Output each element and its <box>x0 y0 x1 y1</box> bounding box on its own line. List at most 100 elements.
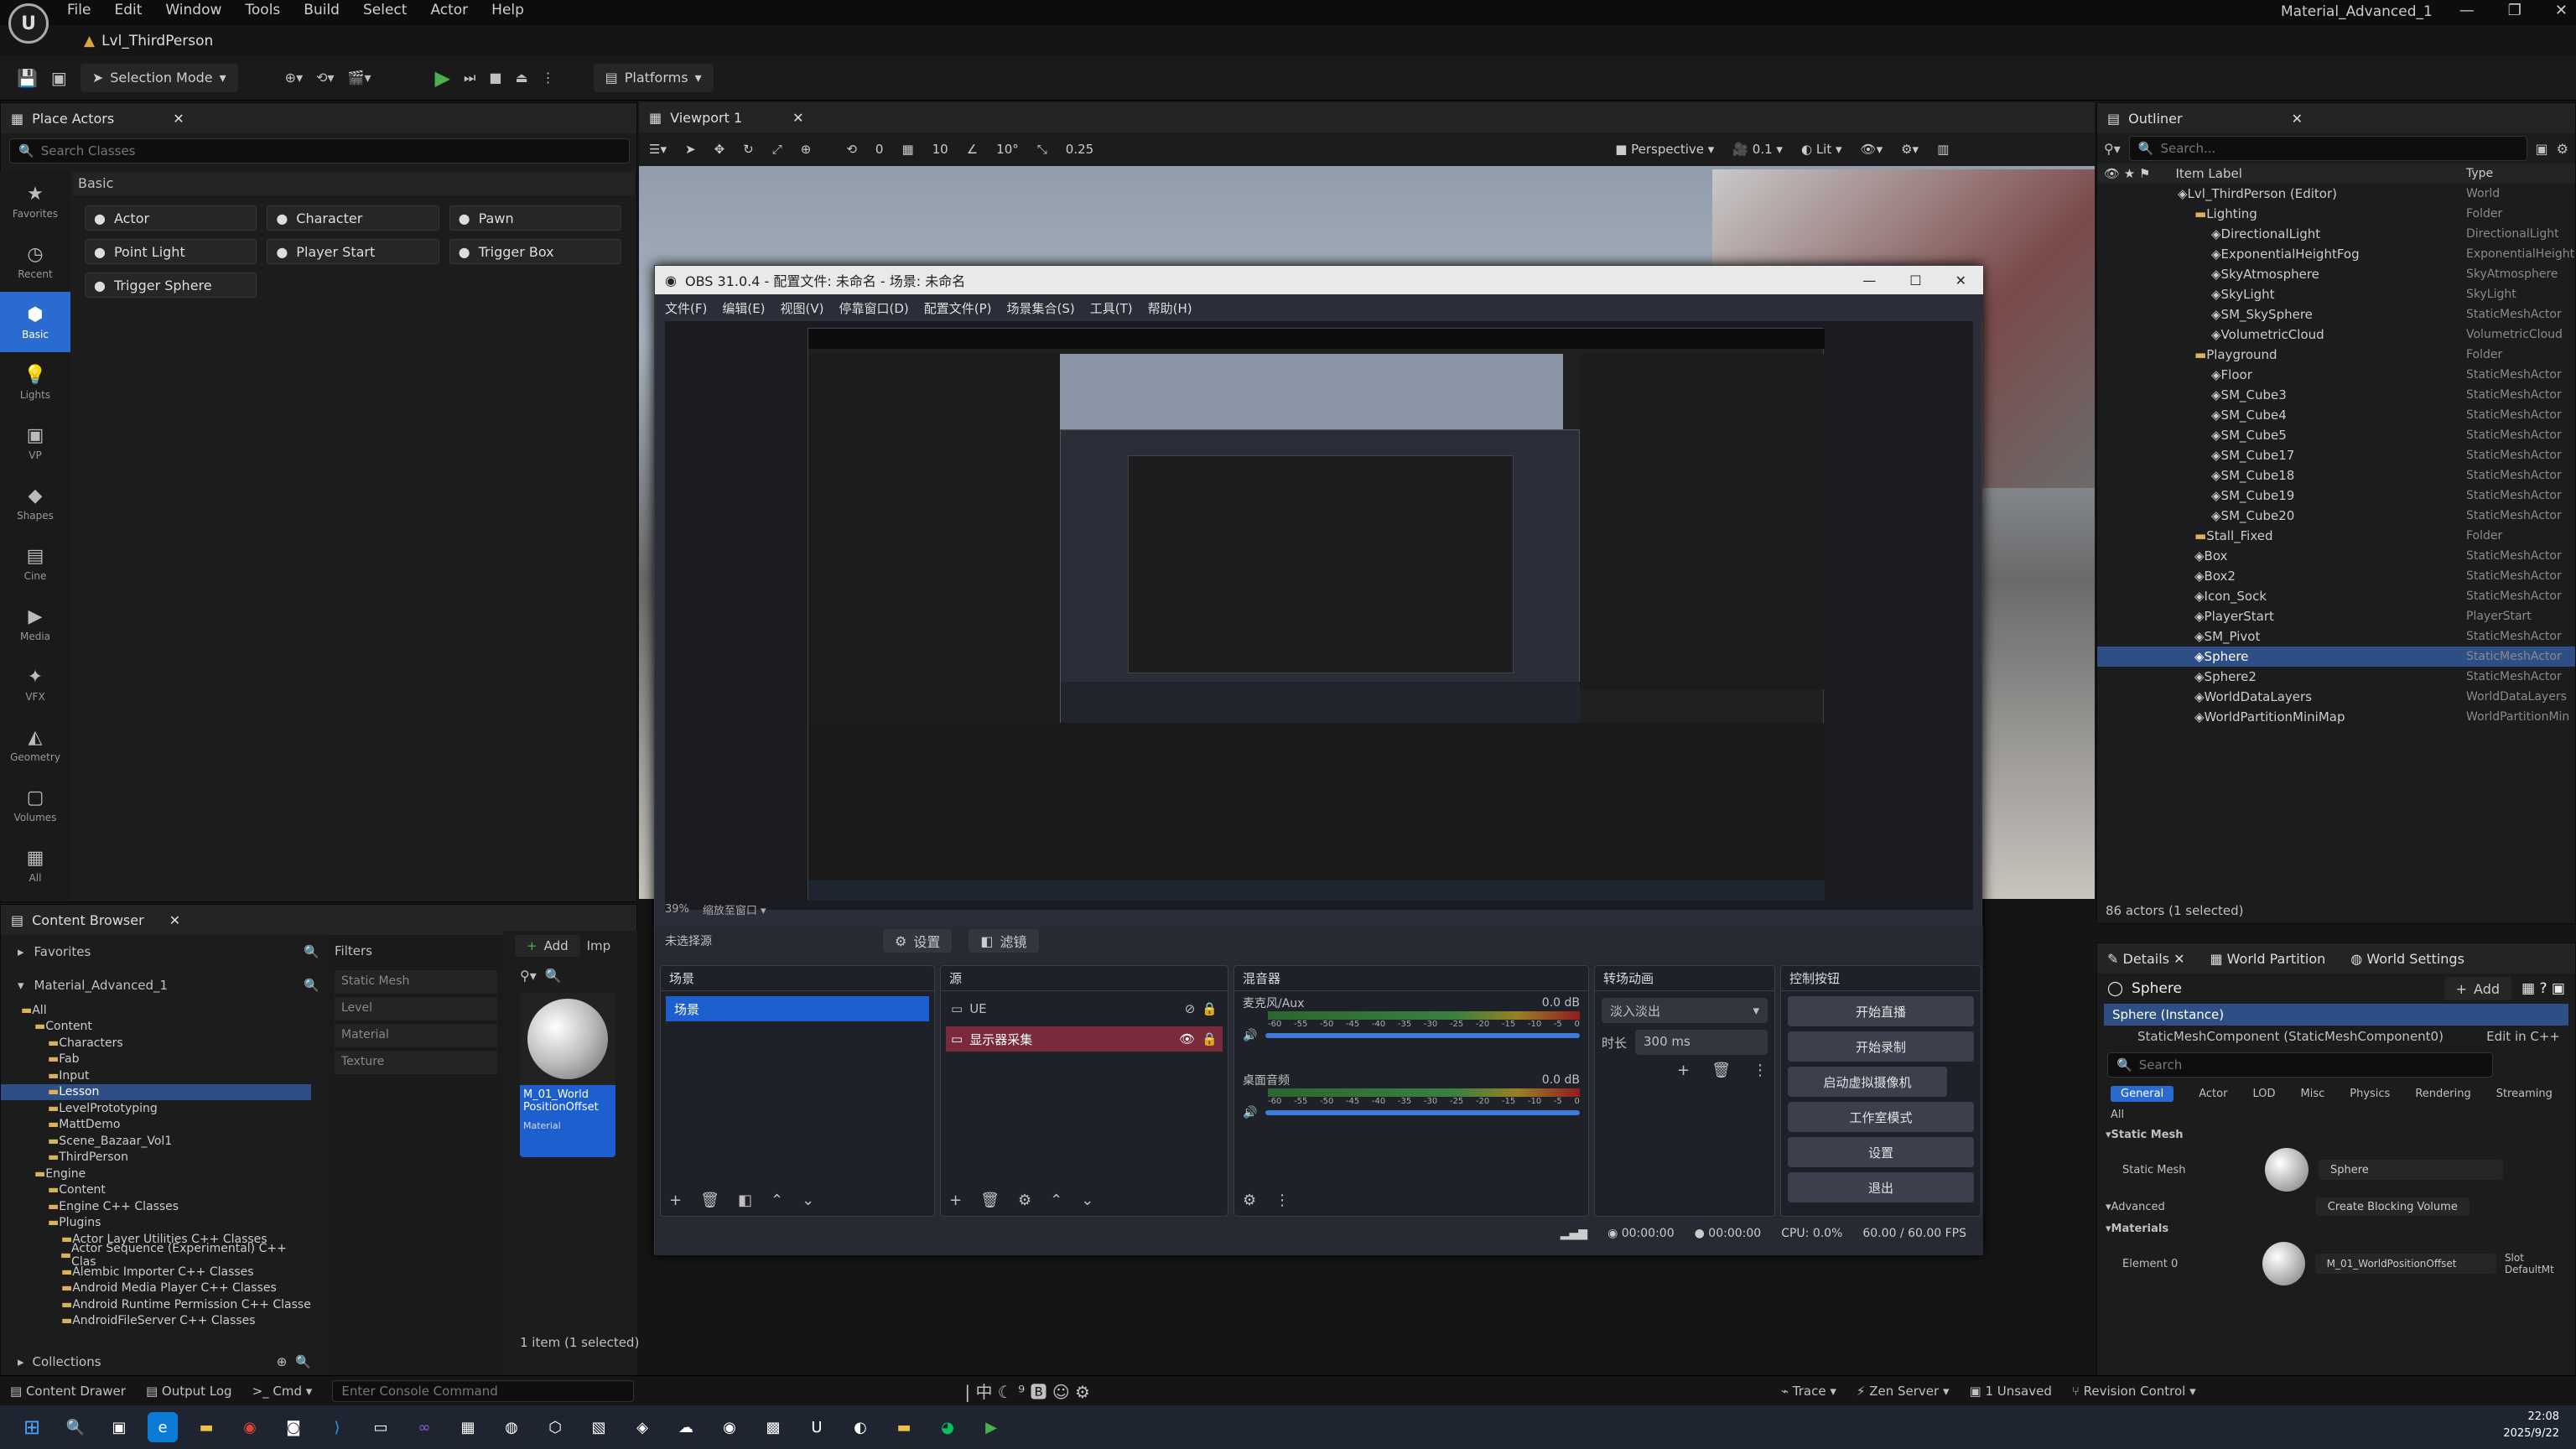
search-icon[interactable]: 🔍 <box>304 944 319 959</box>
folder-row[interactable]: ▬ Actor Sequence (Experimental) C++ Clas <box>1 1242 311 1269</box>
control-button[interactable]: 开始直播 <box>1788 996 1974 1026</box>
outliner-row[interactable]: ◈ Lvl_ThirdPerson (Editor) World <box>2097 184 2575 204</box>
save-icon[interactable]: 💾 <box>17 68 38 88</box>
unreal-icon[interactable]: U <box>802 1412 832 1442</box>
cinematics-icon[interactable]: 🎬▾ <box>348 70 371 86</box>
folder-row[interactable]: ▬ Engine <box>1 1166 311 1182</box>
outliner-row[interactable]: ◈ SM_Cube4 StaticMeshActor <box>2097 405 2575 425</box>
outliner-row[interactable]: ▬ Lighting Folder <box>2097 204 2575 224</box>
minimize-icon[interactable]: — <box>1862 273 1876 288</box>
category-cine[interactable]: ▤ Cine <box>0 533 70 594</box>
category-basic[interactable]: ⬢ Basic <box>0 292 70 352</box>
add-icon[interactable]: + <box>669 1192 682 1209</box>
search-icon[interactable]: 🔍 <box>60 1412 91 1442</box>
static-mesh-select[interactable]: Sphere <box>2319 1160 2503 1180</box>
more-icon[interactable]: ⋮ <box>1753 1062 1768 1079</box>
outliner-tab[interactable]: ▤ Outliner ✕ <box>2097 103 2575 133</box>
advanced-audio-icon[interactable]: ⚙ <box>1243 1192 1256 1209</box>
more-icon[interactable]: ⋮ <box>542 70 555 86</box>
terminal-icon[interactable]: ▭ <box>366 1412 396 1442</box>
camera-speed[interactable]: 🎥 0.1 ▾ <box>1732 142 1783 157</box>
folder-row[interactable]: ▬ Content <box>1 1019 311 1036</box>
place-actors-tab[interactable]: ▦ Place Actors ✕ <box>1 103 636 133</box>
cmd-dropdown[interactable]: >_ Cmd ▾ <box>252 1384 313 1399</box>
filter-item[interactable]: Level <box>335 997 497 1021</box>
outliner-row[interactable]: ◈ SM_Pivot StaticMeshActor <box>2097 626 2575 647</box>
tab-world-partition[interactable]: ▦ World Partition <box>2210 951 2325 967</box>
tab-details[interactable]: ✎ Details ✕ <box>2107 951 2184 967</box>
add-icon[interactable]: + <box>949 1192 962 1209</box>
transition-select[interactable]: 淡入淡出 ▾ <box>1602 998 1768 1023</box>
asset-tile[interactable]: M_01_World PositionOffset Material <box>520 993 615 1157</box>
minimize-icon[interactable]: — <box>2459 2 2475 19</box>
control-button[interactable]: 开始录制 <box>1788 1031 1974 1062</box>
blueprint-icon[interactable]: ⟲▾ <box>316 70 334 86</box>
folder-row[interactable]: ▬ Input <box>1 1067 311 1084</box>
browse-icon[interactable]: ▣ <box>51 68 67 88</box>
scene-item[interactable]: 场景 <box>666 996 929 1021</box>
outliner-row[interactable]: ◈ WorldPartitionMiniMap WorldPartitionMin <box>2097 707 2575 727</box>
app-icon[interactable]: ▧ <box>584 1412 614 1442</box>
app-icon[interactable]: ⬡ <box>540 1412 570 1442</box>
close-icon[interactable]: ✕ <box>792 110 803 126</box>
up-icon[interactable]: ⌃ <box>1050 1192 1062 1209</box>
obs-menu-item[interactable]: 场景集合(S) <box>1007 299 1075 317</box>
obs-window[interactable]: ◉ OBS 31.0.4 - 配置文件: 未命名 - 场景: 未命名 — ☐ ✕ 文件(… <box>654 265 1983 1255</box>
actor-item[interactable]: ● Point Light <box>85 239 257 264</box>
add-icon[interactable]: + <box>1677 1062 1690 1079</box>
filter-icon[interactable]: ◧ <box>738 1192 752 1209</box>
control-button[interactable]: 工作室模式 <box>1788 1102 1974 1132</box>
down-icon[interactable]: ⌄ <box>1081 1192 1093 1209</box>
scale-snap-icon[interactable]: ⤡ <box>1037 142 1047 157</box>
outliner-row[interactable]: ◈ ExponentialHeightFog ExponentialHeight <box>2097 244 2575 264</box>
close-icon[interactable]: ✕ <box>2555 2 2568 19</box>
close-icon[interactable]: ✕ <box>1955 273 1966 288</box>
category-shapes[interactable]: ◆ Shapes <box>0 473 70 533</box>
filter-item[interactable]: Static Mesh <box>335 970 497 994</box>
obs-menu-item[interactable]: 编辑(E) <box>722 299 765 317</box>
perspective-dropdown[interactable]: ■ Perspective ▾ <box>1615 142 1714 157</box>
category-recent[interactable]: ◷ Recent <box>0 231 70 292</box>
volume-slider[interactable] <box>1265 1033 1580 1038</box>
obs-preview[interactable] <box>665 321 1973 910</box>
folder-row[interactable]: ▬ Characters <box>1 1035 311 1052</box>
outliner-search[interactable]: 🔍 Search... <box>2128 136 2527 161</box>
instance-row[interactable]: Sphere (Instance) <box>2104 1004 2568 1026</box>
outliner-row[interactable]: ◈ SM_SkySphere StaticMeshActor <box>2097 304 2575 325</box>
obs-menu-item[interactable]: 文件(F) <box>665 299 707 317</box>
vscode-icon[interactable]: ⟩ <box>322 1412 352 1442</box>
outliner-row[interactable]: ◈ Sphere2 StaticMeshActor <box>2097 667 2575 687</box>
app-icon[interactable]: ◙ <box>278 1412 309 1442</box>
eye-icon[interactable]: 👁 <box>1179 1031 1195 1046</box>
category-media[interactable]: ▶ Media <box>0 594 70 654</box>
angle-snap-icon[interactable]: ∠ <box>967 142 978 157</box>
move-icon[interactable]: ✥ <box>714 142 725 157</box>
app-icon[interactable]: ◈ <box>627 1412 657 1442</box>
category-geometry[interactable]: ◭ Geometry <box>0 714 70 775</box>
volume-slider[interactable] <box>1265 1110 1580 1115</box>
filter-item[interactable]: Material <box>335 1024 497 1047</box>
outliner-row[interactable]: ▬ Playground Folder <box>2097 345 2575 365</box>
menu-item-edit[interactable]: Edit <box>114 2 142 18</box>
platforms-dropdown[interactable]: ▤ Platforms ▾ <box>593 63 714 92</box>
gear-icon[interactable]: ⚙ <box>1018 1192 1031 1209</box>
filter-item[interactable]: Texture <box>335 1051 497 1074</box>
component-row[interactable]: StaticMeshComponent (StaticMeshComponent… <box>2104 1026 2568 1047</box>
menu-item-actor[interactable]: Actor <box>430 2 468 18</box>
obs-menu-item[interactable]: 工具(T) <box>1090 299 1133 317</box>
properties-button[interactable]: ⚙ 设置 <box>883 929 953 953</box>
outliner-row[interactable]: ◈ SM_Cube18 StaticMeshActor <box>2097 465 2575 486</box>
folder-row[interactable]: ▬ Android Media Player C++ Classes <box>1 1280 311 1297</box>
windows-start-icon[interactable]: ⊞ <box>17 1412 47 1442</box>
outliner-row[interactable]: ◈ Sphere StaticMeshActor <box>2097 647 2575 667</box>
search-icon[interactable]: 🔍 <box>545 968 562 984</box>
hidden-eye-icon[interactable]: ⊘ <box>1185 1001 1196 1016</box>
filter-general[interactable]: General <box>2111 1086 2174 1102</box>
obs-menu-item[interactable]: 帮助(H) <box>1148 299 1192 317</box>
down-icon[interactable]: ⌄ <box>802 1192 814 1209</box>
chrome-icon[interactable]: ◉ <box>235 1412 265 1442</box>
filter-icon[interactable]: ⚲▾ <box>520 968 537 984</box>
filter-physics[interactable]: Physics <box>2350 1088 2390 1100</box>
menu-item-select[interactable]: Select <box>363 2 407 18</box>
search-classes-input[interactable]: 🔍 Search Classes <box>9 138 630 164</box>
